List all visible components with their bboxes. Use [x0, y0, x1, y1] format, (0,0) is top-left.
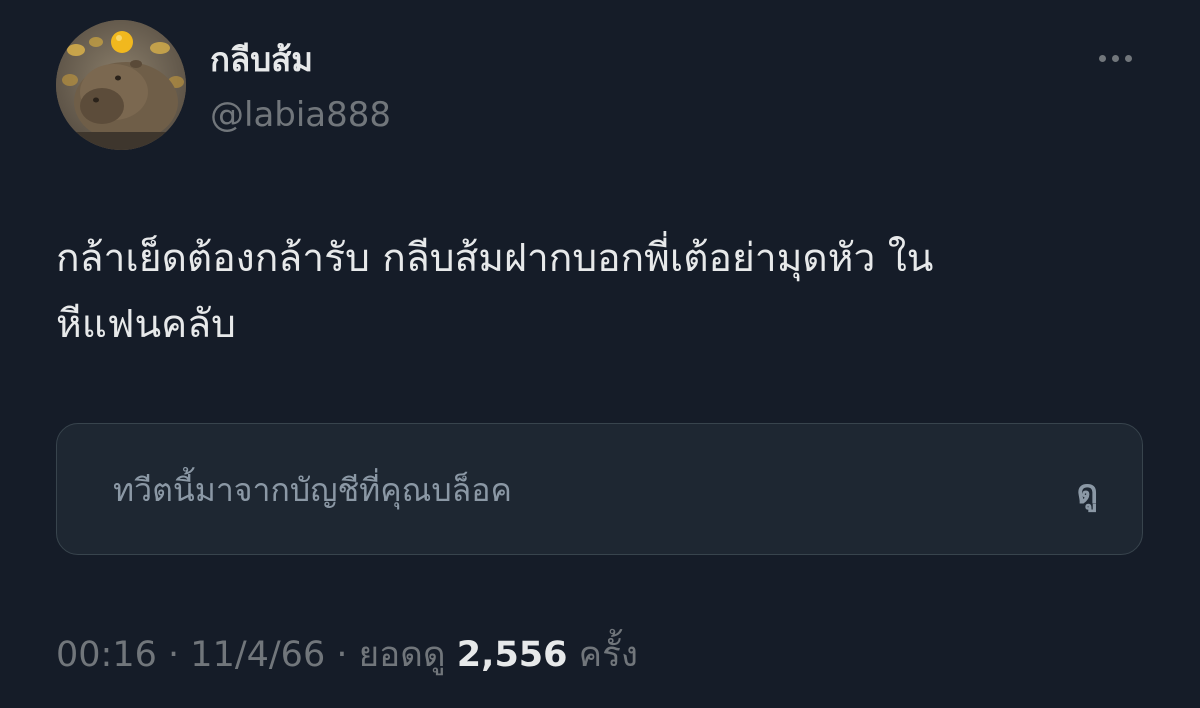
more-horizontal-icon: [1099, 55, 1106, 62]
blocked-notice-text: ทวีตนี้มาจากบัญชีที่คุณบล็อค: [113, 471, 512, 509]
blocked-tweet-card: ทวีตนี้มาจากบัญชีที่คุณบล็อค ดู: [56, 423, 1143, 555]
more-options-button[interactable]: [1092, 40, 1138, 76]
capybara-avatar-image: [56, 20, 186, 150]
avatar[interactable]: [56, 20, 186, 150]
views-unit: ครั้ง: [578, 635, 638, 675]
views-count: 2,556: [456, 635, 568, 675]
user-handle[interactable]: @labia888: [210, 92, 391, 138]
meta-separator: ·: [168, 635, 180, 675]
tweet-text-line: กล้าเย็ดต้องกล้ารับ กลีบส้มฝากบอกพี่เต้อ…: [56, 236, 934, 281]
tweet-text: กล้าเย็ดต้องกล้ารับ กลีบส้มฝากบอกพี่เต้อ…: [56, 226, 1156, 358]
more-horizontal-icon: [1112, 55, 1119, 62]
tweet-date[interactable]: 11/4/66: [190, 635, 325, 675]
tweet-meta: 00:16 · 11/4/66 · ยอดดู 2,556 ครั้ง: [56, 630, 638, 680]
tweet-time[interactable]: 00:16: [56, 635, 157, 675]
tweet-page: กลีบส้ม @labia888 กล้าเย็ดต้องกล้ารับ กล…: [0, 0, 1200, 708]
meta-separator: ·: [336, 635, 348, 675]
tweet-text-line: หีแฟนคลับ: [56, 302, 236, 347]
views-label: ยอดดู: [358, 635, 446, 675]
view-blocked-tweet-button[interactable]: ดู: [1077, 470, 1098, 514]
more-horizontal-icon: [1125, 55, 1132, 62]
display-name[interactable]: กลีบส้ม: [210, 38, 313, 82]
